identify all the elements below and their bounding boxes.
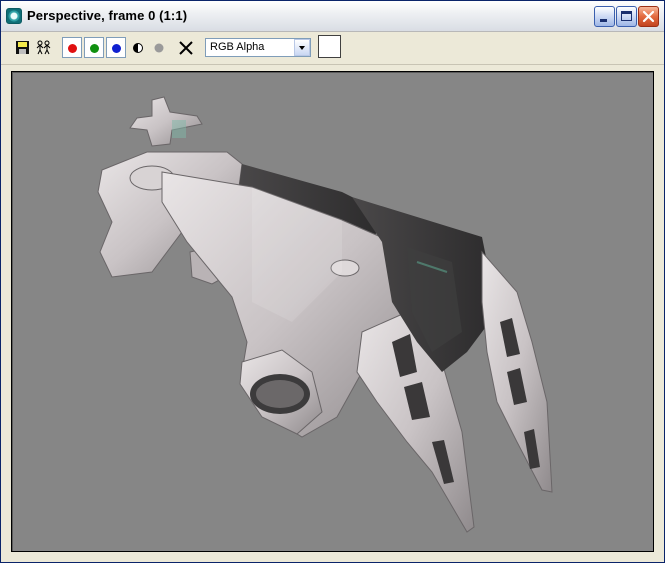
maximize-button[interactable] bbox=[616, 6, 637, 27]
title-bar[interactable]: Perspective, frame 0 (1:1) bbox=[1, 1, 664, 32]
close-icon bbox=[642, 10, 655, 23]
render-viewport[interactable] bbox=[11, 71, 654, 552]
chevron-down-icon bbox=[299, 46, 305, 50]
blue-dot-icon bbox=[112, 44, 121, 53]
channel-select-value: RGB Alpha bbox=[210, 41, 265, 53]
render-window: Perspective, frame 0 (1:1) RGB Alpha bbox=[0, 0, 665, 563]
spaceship-render bbox=[97, 96, 553, 533]
clone-window-icon[interactable] bbox=[35, 39, 53, 57]
floppy-save-icon[interactable] bbox=[14, 39, 32, 57]
window-title: Perspective, frame 0 (1:1) bbox=[27, 8, 188, 23]
dropdown-button[interactable] bbox=[294, 39, 310, 56]
red-channel-button[interactable] bbox=[62, 37, 82, 58]
maximize-icon bbox=[621, 11, 632, 21]
blue-channel-button[interactable] bbox=[106, 37, 126, 58]
minimize-button[interactable] bbox=[594, 6, 615, 27]
minimize-icon bbox=[600, 19, 607, 22]
green-channel-button[interactable] bbox=[84, 37, 104, 58]
color-swatch[interactable] bbox=[318, 35, 341, 58]
close-button[interactable] bbox=[638, 6, 659, 27]
half-circle-icon[interactable] bbox=[129, 39, 147, 57]
app-icon[interactable] bbox=[6, 8, 22, 24]
channel-select[interactable]: RGB Alpha bbox=[205, 38, 311, 57]
x-clear-icon[interactable] bbox=[177, 39, 195, 57]
red-dot-icon bbox=[68, 44, 77, 53]
gray-dot-icon[interactable] bbox=[150, 39, 168, 57]
green-dot-icon bbox=[90, 44, 99, 53]
